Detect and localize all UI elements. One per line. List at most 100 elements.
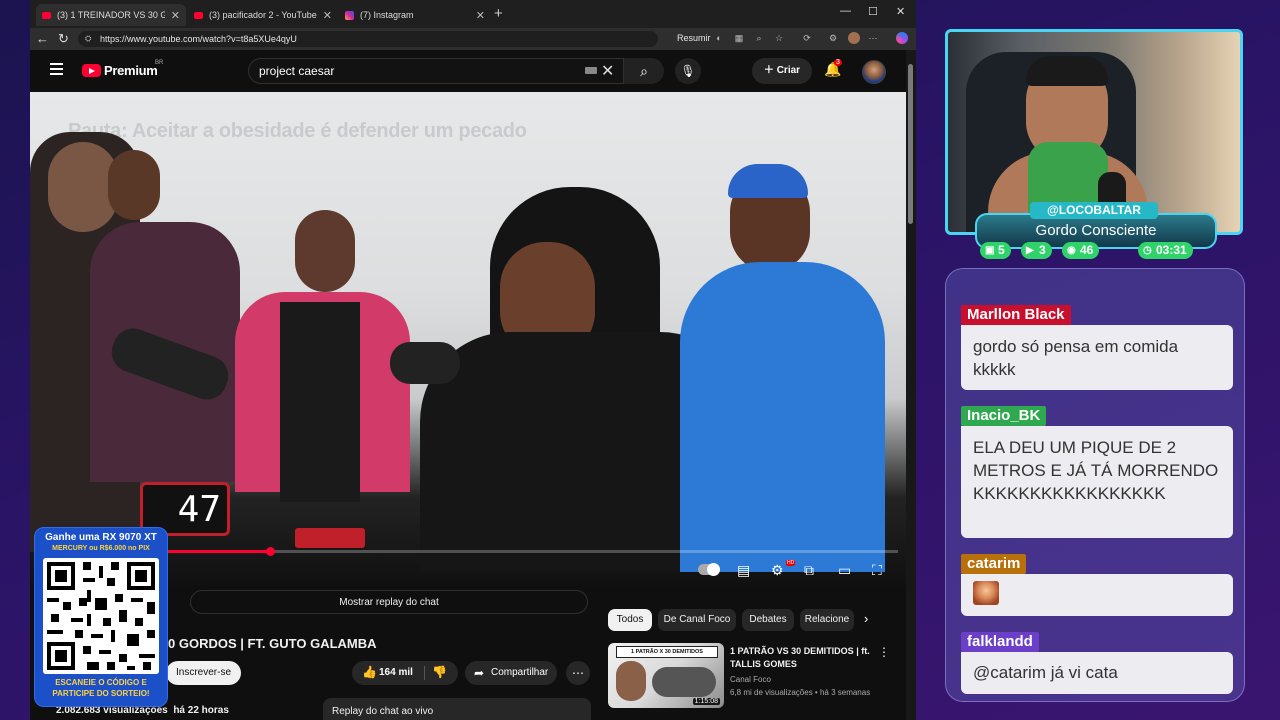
hd-badge: HD xyxy=(786,560,796,566)
reload-icon[interactable]: ↻ xyxy=(58,31,69,47)
show-chat-replay-button[interactable]: Mostrar replay do chat xyxy=(190,590,588,614)
video-player[interactable]: Pauta: Aceitar a obesidade é defender um… xyxy=(30,92,906,586)
chip-from-channel[interactable]: De Canal Foco xyxy=(658,609,736,631)
autoplay-toggle[interactable] xyxy=(698,563,720,576)
mic-icon: 🎙 xyxy=(680,64,696,78)
youtube-icon: ▶ xyxy=(1026,245,1034,256)
streamer-hair xyxy=(1026,56,1108,86)
zoom-icon[interactable]: ⌕ xyxy=(754,33,764,43)
miniplayer-icon[interactable]: ⧉ xyxy=(804,562,814,579)
promo-subline: MERCURY ou R$6.000 no PIX xyxy=(52,545,150,552)
like-count[interactable]: 164 mil xyxy=(379,661,413,685)
search-button[interactable]: ⌕ xyxy=(624,58,664,84)
stat-uptime: ◷ 03:31 xyxy=(1138,242,1193,259)
close-tab-icon[interactable]: ✕ xyxy=(171,9,180,22)
youtube-logo-icon[interactable] xyxy=(82,64,101,77)
youtube-icon xyxy=(42,11,51,19)
microphone-center xyxy=(390,342,460,384)
youtube-header: Premium BR project caesar ✕ ⌕ 🎙 ＋ Criar … xyxy=(30,50,906,92)
search-input[interactable]: project caesar ✕ xyxy=(248,58,624,84)
search-icon: ⌕ xyxy=(640,63,648,79)
person-black-top xyxy=(280,302,360,502)
chip-all[interactable]: Todos xyxy=(608,609,652,631)
recommended-video-meta: 6,8 mi de visualizações • há 3 semanas xyxy=(730,688,871,697)
phone-on-table xyxy=(295,528,365,548)
summarize-button[interactable]: Resumir xyxy=(677,33,711,43)
tab-youtube-treinador[interactable]: (3) 1 TREINADOR VS 30 GORDOS ✕ xyxy=(36,4,186,26)
face-emote-icon xyxy=(973,581,999,605)
share-button[interactable]: ➦ Compartilhar xyxy=(465,661,557,685)
stat-twitch: ◉ 46 xyxy=(1062,242,1100,259)
copilot-icon[interactable] xyxy=(896,32,908,44)
tab-youtube-pacificador[interactable]: (3) pacificador 2 - YouTube ✕ xyxy=(188,4,338,26)
tab-strip: (3) 1 TREINADOR VS 30 GORDOS ✕ (3) pacif… xyxy=(30,0,916,28)
account-avatar[interactable] xyxy=(862,60,886,84)
summary-icon[interactable]: ◐ xyxy=(714,33,724,43)
promo-footer-line1: ESCANEIE O CÓDIGO E xyxy=(55,678,147,687)
thumbs-down-icon[interactable]: 👎 xyxy=(432,665,447,679)
like-dislike-group: 👍 164 mil 👎 xyxy=(352,661,458,685)
chat-message: @catarim já vi cata xyxy=(961,652,1233,694)
subtitles-icon[interactable]: ▤ xyxy=(737,562,750,579)
recommended-video-channel[interactable]: Canal Foco xyxy=(730,675,771,684)
stat-youtube: ▶ 3 xyxy=(1021,242,1052,259)
extension-icon[interactable]: ⚙ xyxy=(828,33,838,43)
promo-footer-line2: PARTICIPE DO SORTEIO! xyxy=(52,689,150,698)
site-info-icon[interactable]: ⛭ xyxy=(85,31,91,47)
chat-username: falklandd xyxy=(961,632,1039,652)
menu-icon[interactable]: ⋯ xyxy=(868,33,878,43)
thumbs-up-icon[interactable]: 👍 xyxy=(362,665,377,679)
chevron-right-icon[interactable]: › xyxy=(864,611,868,626)
twitch-icon: ◉ xyxy=(1067,245,1076,256)
video-duration-badge: 1:15:08 xyxy=(692,698,720,705)
voice-search-button[interactable]: 🎙 xyxy=(675,58,701,84)
back-icon[interactable]: ← xyxy=(36,31,49,46)
person-bald-head xyxy=(295,210,355,292)
maximize-icon[interactable]: ☐ xyxy=(868,5,878,18)
more-actions-icon[interactable]: ⋯ xyxy=(566,661,590,685)
tab-instagram[interactable]: (7) Instagram ✕ xyxy=(339,4,491,26)
page-scrollbar-thumb[interactable] xyxy=(908,64,913,224)
url-field[interactable]: ⛭ https://www.youtube.com/watch?v=t8a5XU… xyxy=(78,31,658,47)
keyboard-icon[interactable] xyxy=(585,67,597,74)
region-label: BR xyxy=(155,60,164,66)
menu-icon[interactable] xyxy=(50,63,63,78)
instagram-icon xyxy=(345,10,354,20)
live-chat-replay-label: Replay do chat ao vivo xyxy=(332,706,434,717)
promo-headline: Ganhe uma RX 9070 XT xyxy=(45,532,157,543)
profile-avatar[interactable] xyxy=(848,32,860,44)
chat-message: ELA DEU UM PIQUE DE 2 METROS E JÁ TÁ MOR… xyxy=(961,426,1233,538)
close-window-icon[interactable]: ✕ xyxy=(896,5,905,18)
apps-icon[interactable]: ▦ xyxy=(734,33,744,43)
plus-icon: ＋ xyxy=(763,65,777,76)
fullscreen-icon[interactable]: ⛶ xyxy=(872,562,882,579)
new-tab-button[interactable]: + xyxy=(494,5,503,22)
close-tab-icon[interactable]: ✕ xyxy=(476,9,485,22)
kebab-menu-icon[interactable]: ⋮ xyxy=(878,645,890,659)
refresh-extension-icon[interactable]: ⟳ xyxy=(802,33,812,43)
theater-mode-icon[interactable]: ▭ xyxy=(838,562,851,579)
share-arrow-icon: ➦ xyxy=(474,666,485,680)
chat-username: Marllon Black xyxy=(961,305,1071,325)
clear-search-icon[interactable]: ✕ xyxy=(601,60,614,84)
recommended-video-title[interactable]: 1 PATRÃO VS 30 DEMITIDOS | ft. TALLIS GO… xyxy=(730,645,870,671)
person-blue-hoodie xyxy=(680,262,885,572)
settings-gear-icon[interactable]: ⚙ xyxy=(771,562,784,579)
chip-debates[interactable]: Debates xyxy=(742,609,794,631)
recommended-video-thumbnail[interactable]: 1 PATRÃO X 30 DEMITIDOS 1:15:08 xyxy=(608,643,724,708)
person-blue-cap xyxy=(728,164,808,198)
thumbnail-banner: 1 PATRÃO X 30 DEMITIDOS xyxy=(616,646,718,658)
youtube-logo-text[interactable]: Premium xyxy=(104,63,158,78)
address-bar: ← ↻ ⛭ https://www.youtube.com/watch?v=t8… xyxy=(30,28,916,50)
like-divider xyxy=(424,666,425,680)
minimize-icon[interactable]: — xyxy=(840,5,851,17)
chat-message-emote xyxy=(961,574,1233,616)
subscribe-button[interactable]: Inscrever-se xyxy=(166,661,241,685)
bookmark-icon[interactable]: ☆ xyxy=(774,33,784,43)
video-progress-scrubber[interactable] xyxy=(266,547,276,556)
create-button[interactable]: ＋ Criar xyxy=(752,58,812,84)
close-tab-icon[interactable]: ✕ xyxy=(323,9,332,22)
youtube-icon xyxy=(194,11,203,19)
video-title: 0 GORDOS | FT. GUTO GALAMBA xyxy=(168,636,377,651)
chip-related[interactable]: Relacione xyxy=(800,609,854,631)
